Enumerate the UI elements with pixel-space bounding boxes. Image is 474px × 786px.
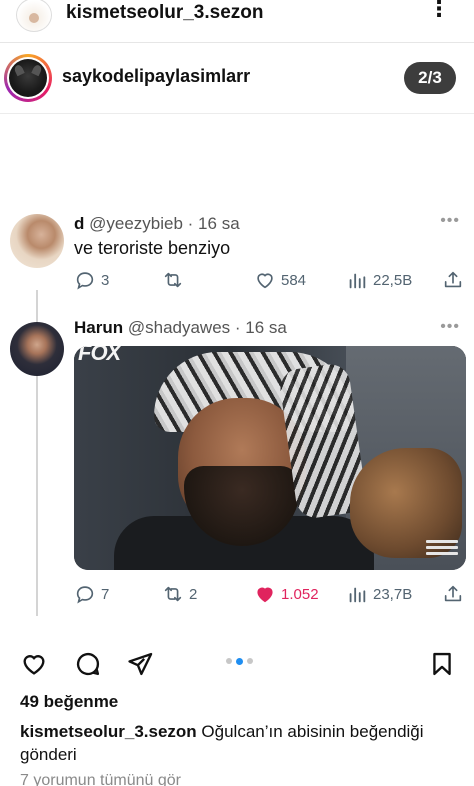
tweet-display-name[interactable]: d — [74, 214, 84, 233]
retweet-icon — [164, 272, 182, 288]
bar-chart-icon — [349, 273, 366, 289]
share-action[interactable] — [442, 268, 464, 292]
tweet-author-line: Harun @shadyawes · 16 sa — [74, 318, 287, 338]
carousel-dot-active — [236, 657, 243, 665]
account-avatar[interactable] — [16, 0, 52, 32]
tweet-time: · 16 sa — [234, 318, 287, 337]
send-icon[interactable] — [126, 650, 154, 678]
heart-filled-icon — [257, 587, 273, 603]
likes-count[interactable]: 49 beğenme — [20, 692, 118, 712]
view-count: 23,7B — [373, 585, 413, 603]
like-count: 584 — [281, 271, 307, 289]
like-action[interactable]: 1.052 — [254, 582, 319, 606]
reply-count: 3 — [101, 271, 110, 289]
tweet-avatar[interactable] — [10, 214, 64, 268]
caption-username[interactable]: kismetseolur_3.sezon — [20, 722, 197, 741]
post-owner-row: saykodelipaylasimlarr 2/3 — [0, 48, 474, 108]
retweet-action[interactable]: 2 — [162, 582, 197, 606]
carousel-counter: 2/3 — [404, 62, 456, 94]
tweet-handle[interactable]: @yeezybieb — [89, 214, 183, 233]
retweet-count: 2 — [189, 585, 198, 603]
tweet-actions: 7 2 1.052 23,7B — [74, 582, 466, 606]
channel-logo: FOX — [78, 346, 121, 365]
more-horizontal-icon[interactable]: ••• — [440, 318, 460, 336]
tweet-actions: 3 584 22,5B — [74, 268, 466, 292]
carousel-dot — [247, 658, 253, 664]
more-vertical-icon[interactable]: ⋮ — [428, 0, 450, 20]
view-count: 22,5B — [373, 271, 413, 289]
tweet-display-name[interactable]: Harun — [74, 318, 123, 337]
views-action[interactable]: 23,7B — [346, 582, 412, 606]
share-icon — [444, 585, 462, 602]
divider — [0, 113, 474, 114]
tweet-avatar[interactable] — [10, 322, 64, 376]
heart-icon — [257, 273, 273, 289]
view-all-comments-link[interactable]: 7 yorumun tümünü gör — [20, 772, 181, 786]
retweet-action[interactable] — [162, 268, 189, 292]
tweet-author-line: d @yeezybieb · 16 sa — [74, 214, 240, 234]
divider — [0, 42, 474, 43]
heart-icon[interactable] — [20, 650, 48, 678]
watermark — [426, 540, 458, 560]
tweet-handle[interactable]: @shadyawes — [128, 318, 230, 337]
share-action[interactable] — [442, 582, 464, 606]
bookmark-icon[interactable] — [428, 650, 456, 678]
carousel-dot — [226, 658, 232, 664]
comment-icon[interactable] — [74, 650, 102, 678]
tweet-time: · 16 sa — [187, 214, 240, 233]
post-owner-username[interactable]: saykodelipaylasimlarr — [62, 66, 250, 87]
bull-avatar-image — [9, 59, 47, 97]
reply-action[interactable]: 7 — [74, 582, 109, 606]
like-count: 1.052 — [281, 585, 319, 603]
reply-count: 7 — [101, 585, 110, 603]
account-name[interactable]: kismetseolur_3.sezon — [66, 2, 263, 24]
tweet-card: Harun @shadyawes · 16 sa ••• FOX 7 2 1.0… — [0, 318, 474, 628]
tweet-media-image[interactable]: FOX — [74, 346, 466, 570]
share-icon — [444, 271, 462, 288]
story-ring-avatar[interactable] — [4, 54, 52, 102]
reply-icon — [76, 586, 94, 604]
more-horizontal-icon[interactable]: ••• — [440, 212, 460, 230]
reply-action[interactable]: 3 — [74, 268, 109, 292]
bar-chart-icon — [349, 587, 366, 603]
top-header: kismetseolur_3.sezon ⋮ — [0, 0, 474, 40]
retweet-icon — [164, 586, 182, 602]
reply-icon — [76, 272, 94, 290]
like-action[interactable]: 584 — [254, 268, 306, 292]
post-caption: kismetseolur_3.sezon Oğulcan’ın abisinin… — [20, 720, 460, 766]
tweet-text: ve teroriste benziyo — [74, 238, 231, 258]
tweet-card: d @yeezybieb · 16 sa ••• ve teroriste be… — [0, 206, 474, 316]
views-action[interactable]: 22,5B — [346, 268, 412, 292]
